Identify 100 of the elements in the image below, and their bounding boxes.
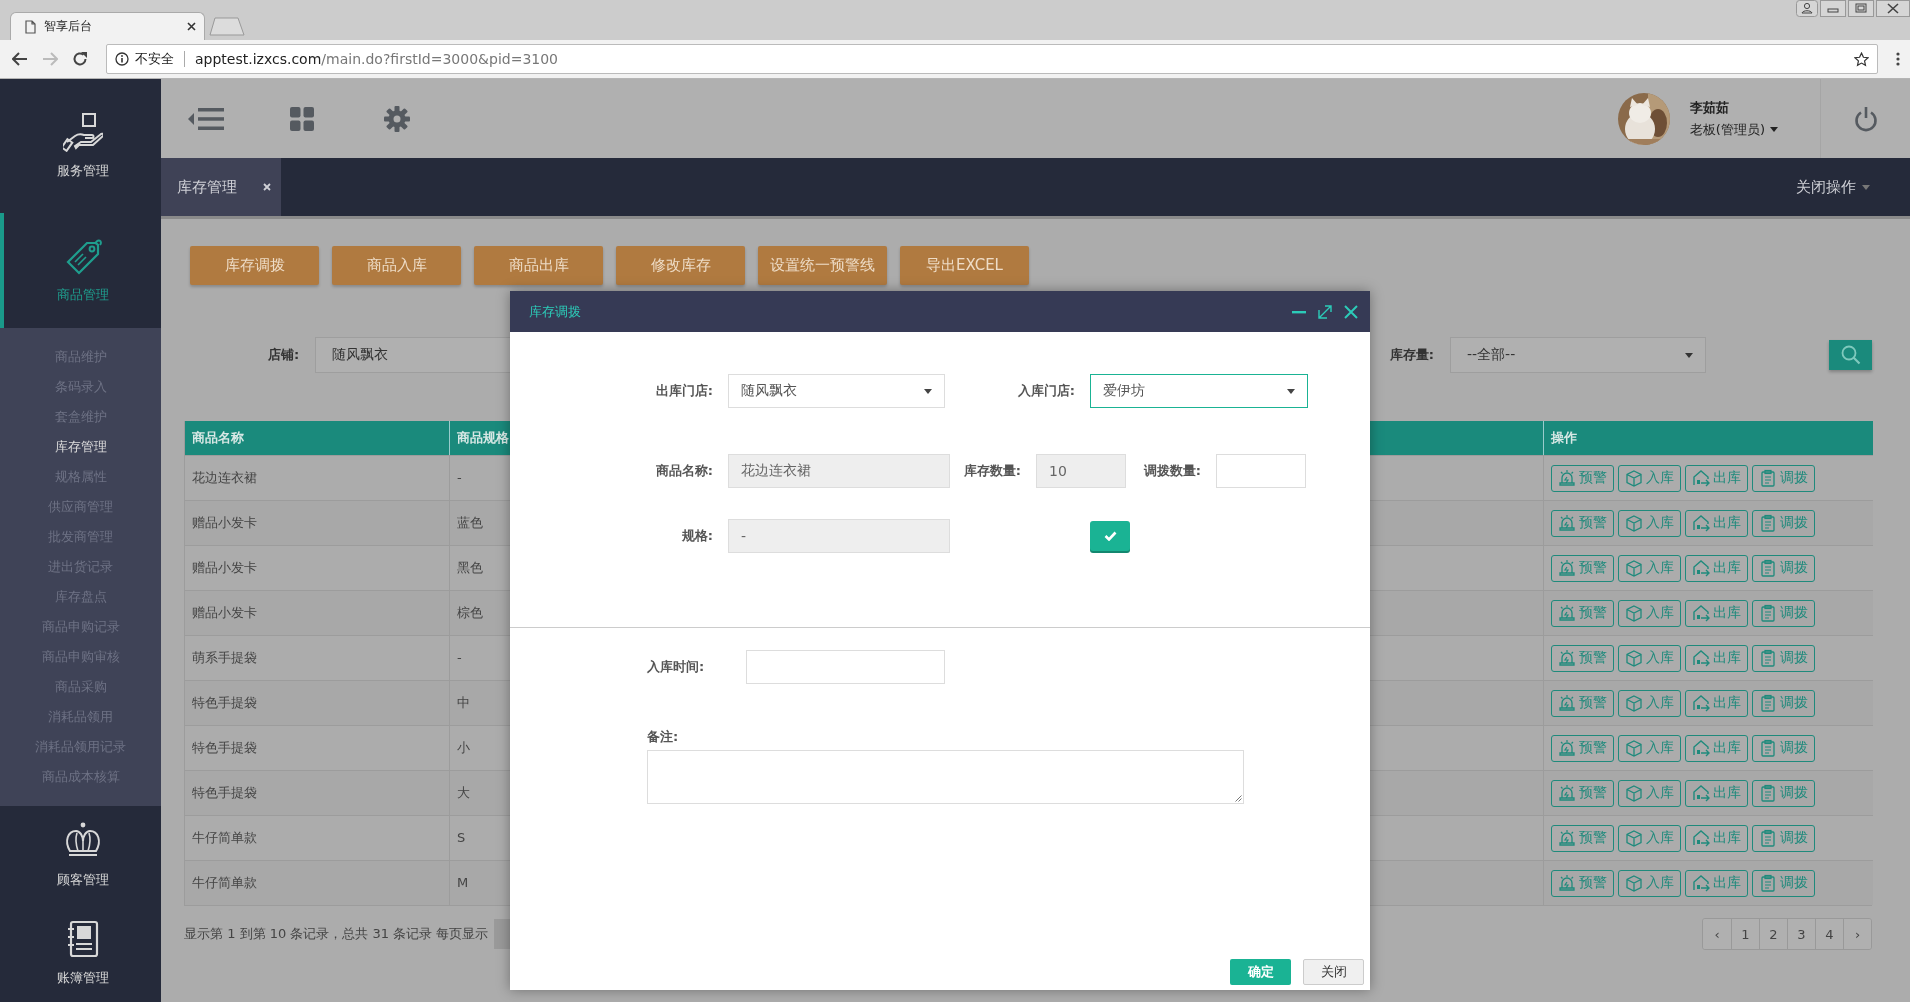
action-button[interactable]: 调拨	[1752, 599, 1815, 627]
confirm-button[interactable]	[1090, 521, 1130, 551]
action-button[interactable]: 调拨	[1752, 509, 1815, 537]
action-button[interactable]: 预警	[1551, 509, 1614, 537]
reload-icon[interactable]	[72, 51, 88, 67]
action-button[interactable]: 调拨	[1752, 869, 1815, 897]
house-arrow-icon	[1692, 469, 1710, 487]
action-button[interactable]: 入库	[1618, 779, 1681, 807]
action-button[interactable]: 调拨	[1752, 779, 1815, 807]
action-button[interactable]: 出库	[1685, 824, 1748, 852]
page-button[interactable]: 2	[1759, 919, 1787, 949]
text-field[interactable]: -	[728, 519, 950, 553]
page-button[interactable]: 1	[1731, 919, 1759, 949]
action-button[interactable]: 预警	[1551, 464, 1614, 492]
ok-button[interactable]: 确定	[1230, 959, 1291, 985]
action-button[interactable]: 出库	[1685, 734, 1748, 762]
select-field[interactable]: 爱伊坊	[1090, 374, 1308, 408]
clipboard-icon	[1759, 739, 1777, 757]
toolbar-button[interactable]: 库存调拨	[190, 246, 319, 285]
sidebar-item[interactable]: 顾客管理	[0, 805, 161, 904]
forward-icon[interactable]	[42, 52, 58, 66]
toolbar-button[interactable]: 导出EXCEL	[900, 246, 1029, 285]
action-button[interactable]: 入库	[1618, 509, 1681, 537]
input-field[interactable]	[1216, 454, 1306, 488]
action-button[interactable]: 调拨	[1752, 734, 1815, 762]
close-icon[interactable]	[1344, 304, 1358, 319]
action-button[interactable]: 预警	[1551, 824, 1614, 852]
sidebar-item[interactable]: 服务管理	[0, 79, 161, 213]
maximize-icon[interactable]	[1318, 304, 1332, 319]
menu-collapse-icon[interactable]	[188, 106, 224, 131]
action-button[interactable]: 调拨	[1752, 689, 1815, 717]
action-button[interactable]: 调拨	[1752, 464, 1815, 492]
submenu-item[interactable]: 库存管理	[0, 431, 161, 462]
power-icon[interactable]	[1853, 105, 1878, 132]
action-button[interactable]: 预警	[1551, 869, 1614, 897]
role-dropdown[interactable]: 老板(管理员)	[1689, 120, 1778, 139]
prev-page-button[interactable]: ‹	[1703, 919, 1731, 949]
field-label: 出库门店:	[654, 382, 713, 400]
action-button[interactable]: 预警	[1551, 599, 1614, 627]
select-field[interactable]: --全部--	[1450, 337, 1706, 373]
toolbar-button[interactable]: 商品出库	[474, 246, 603, 285]
action-button[interactable]: 调拨	[1752, 644, 1815, 672]
grid-icon[interactable]	[290, 106, 314, 131]
close-operations-dropdown[interactable]: 关闭操作	[1796, 158, 1910, 216]
browser-tab[interactable]: 智享后台	[10, 12, 205, 40]
star-icon[interactable]	[1854, 51, 1869, 67]
action-button[interactable]: 出库	[1685, 869, 1748, 897]
house-arrow-icon	[1692, 829, 1710, 847]
toolbar-button[interactable]: 设置统一预警线	[758, 246, 887, 285]
action-button[interactable]: 入库	[1618, 599, 1681, 627]
action-button[interactable]: 出库	[1685, 599, 1748, 627]
caret-icon	[1770, 127, 1778, 132]
action-button[interactable]: 预警	[1551, 779, 1614, 807]
next-page-button[interactable]: ›	[1843, 919, 1871, 949]
action-button[interactable]: 预警	[1551, 734, 1614, 762]
action-button[interactable]: 预警	[1551, 644, 1614, 672]
settings-icon[interactable]	[384, 105, 410, 132]
back-icon[interactable]	[12, 52, 28, 66]
house-arrow-icon	[1692, 874, 1710, 892]
action-button[interactable]: 预警	[1551, 554, 1614, 582]
close-icon[interactable]	[187, 22, 196, 31]
input-field[interactable]	[746, 650, 945, 684]
select-field[interactable]: 随风飘衣	[728, 374, 945, 408]
text-field[interactable]: 10	[1036, 454, 1126, 488]
action-button[interactable]: 出库	[1685, 644, 1748, 672]
user-icon[interactable]	[1796, 0, 1818, 17]
siren-icon	[1558, 559, 1576, 577]
close-button[interactable]: 关闭	[1303, 959, 1364, 985]
action-button[interactable]: 出库	[1685, 779, 1748, 807]
action-button[interactable]: 调拨	[1752, 554, 1815, 582]
toolbar-button[interactable]: 商品入库	[332, 246, 461, 285]
box-icon	[1625, 604, 1643, 622]
action-button[interactable]: 入库	[1618, 689, 1681, 717]
toolbar-button[interactable]: 修改库存	[616, 246, 745, 285]
new-tab-button[interactable]	[209, 16, 245, 36]
more-menu-icon[interactable]	[1896, 52, 1900, 66]
action-button[interactable]: 出库	[1685, 554, 1748, 582]
siren-icon	[1558, 649, 1576, 667]
action-button[interactable]: 入库	[1618, 554, 1681, 582]
note-field[interactable]	[647, 750, 1244, 804]
url-text: apptest.izxcs.com/main.do?firstId=3000&pid=3100	[195, 51, 558, 67]
action-button[interactable]: 入库	[1618, 464, 1681, 492]
page-button[interactable]: 3	[1787, 919, 1815, 949]
action-button[interactable]: 出库	[1685, 464, 1748, 492]
search-button[interactable]	[1829, 340, 1872, 370]
close-icon[interactable]	[1876, 0, 1910, 17]
text-field[interactable]: 花边连衣裙	[728, 454, 950, 488]
action-button[interactable]: 调拨	[1752, 824, 1815, 852]
action-button[interactable]: 入库	[1618, 869, 1681, 897]
action-button[interactable]: 入库	[1618, 734, 1681, 762]
address-bar[interactable]: 不安全 apptest.izxcs.com/main.do?firstId=3000&pid=3100	[106, 44, 1878, 74]
action-button[interactable]: 入库	[1618, 644, 1681, 672]
page-button[interactable]: 4	[1815, 919, 1843, 949]
action-button[interactable]: 入库	[1618, 824, 1681, 852]
action-button[interactable]: 预警	[1551, 689, 1614, 717]
field-label: 商品名称:	[654, 462, 713, 480]
action-button[interactable]: 出库	[1685, 689, 1748, 717]
page-tab[interactable]: 库存管理	[161, 158, 281, 216]
action-button[interactable]: 出库	[1685, 509, 1748, 537]
sidebar-item[interactable]: 账簿管理	[0, 903, 161, 1002]
